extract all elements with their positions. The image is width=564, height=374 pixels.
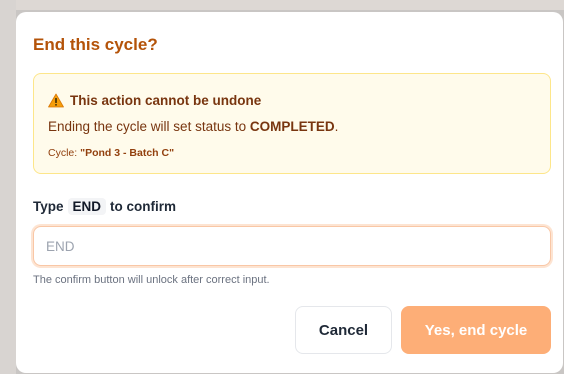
status-value: COMPLETED: [249, 119, 335, 134]
confirm-label-suffix: to confirm: [110, 199, 177, 214]
cycle-label: Cycle:: [48, 147, 81, 159]
confirm-hint: The confirm button will unlock after cor…: [33, 274, 270, 286]
confirm-input[interactable]: [33, 226, 551, 266]
backdrop-top-edge: [0, 0, 564, 10]
warning-triangle-icon: [48, 93, 64, 108]
warning-message-suffix: .: [334, 119, 339, 134]
warning-callout: This action cannot be undone Ending the …: [33, 73, 551, 174]
end-cycle-dialog: End this cycle? This action cannot be un…: [16, 12, 563, 373]
confirm-instruction: Type END to confirm: [33, 198, 176, 215]
confirm-label-prefix: Type: [33, 199, 64, 214]
end-cycle-button[interactable]: Yes, end cycle: [401, 306, 551, 354]
cancel-button[interactable]: Cancel: [295, 306, 392, 354]
warning-heading: This action cannot be undone: [70, 93, 262, 108]
warning-message: Ending the cycle will set status to COMP…: [48, 119, 338, 134]
confirm-code: END: [67, 198, 107, 215]
cycle-reference: Cycle: "Pond 3 - Batch C": [48, 147, 174, 159]
warning-message-prefix: Ending the cycle will set status to: [48, 119, 250, 134]
cycle-name: "Pond 3 - Batch C": [80, 147, 175, 159]
warning-header: This action cannot be undone: [48, 93, 261, 108]
backdrop-left-edge: [0, 0, 16, 374]
dialog-title: End this cycle?: [33, 35, 158, 54]
